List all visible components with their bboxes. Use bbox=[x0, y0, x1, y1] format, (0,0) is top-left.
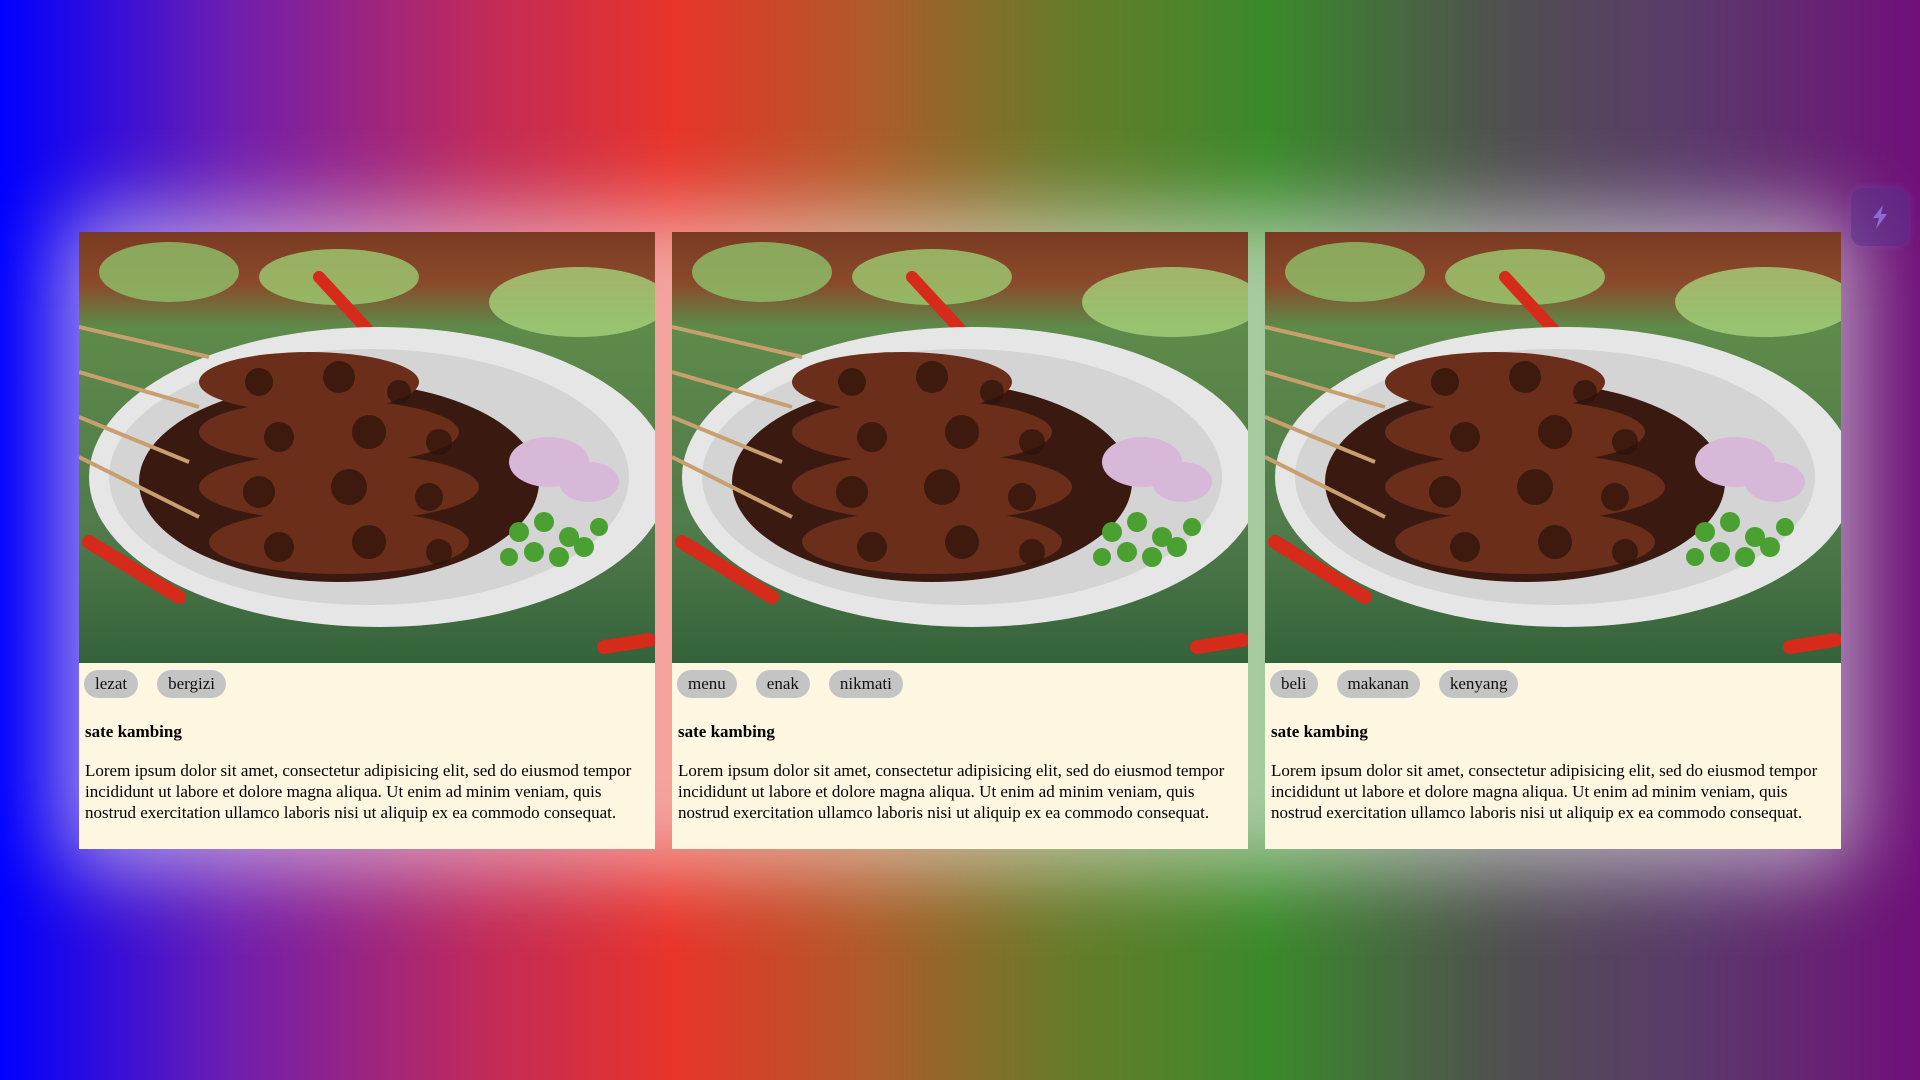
tag-chip[interactable]: nikmati bbox=[828, 670, 903, 698]
food-photo bbox=[1265, 232, 1841, 663]
card-row: lezat bergizi sate kambing Lorem ipsum d… bbox=[79, 232, 1841, 849]
card-title: sate kambing bbox=[1271, 722, 1368, 741]
satay-plate-image bbox=[1265, 232, 1841, 663]
lightning-extension-icon bbox=[1873, 205, 1887, 229]
satay-plate-image bbox=[79, 232, 655, 663]
card-description: Lorem ipsum dolor sit amet, consectetur … bbox=[1271, 761, 1818, 822]
food-card: menu enak nikmati sate kambing Lorem ips… bbox=[672, 232, 1248, 849]
extension-button[interactable] bbox=[1851, 188, 1909, 246]
tag-chip[interactable]: bergizi bbox=[157, 670, 226, 698]
food-photo bbox=[672, 232, 1248, 663]
tag-chip[interactable]: beli bbox=[1270, 670, 1318, 698]
card-title: sate kambing bbox=[85, 722, 182, 741]
food-card: beli makanan kenyang sate kambing Lorem … bbox=[1265, 232, 1841, 849]
tag-chip[interactable]: makanan bbox=[1336, 670, 1420, 698]
tag-list: beli makanan kenyang bbox=[1265, 663, 1841, 698]
tag-chip[interactable]: lezat bbox=[84, 670, 139, 698]
tag-chip[interactable]: enak bbox=[755, 670, 810, 698]
card-description: Lorem ipsum dolor sit amet, consectetur … bbox=[678, 761, 1225, 822]
satay-plate-image bbox=[672, 232, 1248, 663]
food-photo bbox=[79, 232, 655, 663]
card-title: sate kambing bbox=[678, 722, 775, 741]
tag-chip[interactable]: menu bbox=[677, 670, 737, 698]
tag-chip[interactable]: kenyang bbox=[1438, 670, 1519, 698]
tag-list: lezat bergizi bbox=[79, 663, 655, 698]
card-description: Lorem ipsum dolor sit amet, consectetur … bbox=[85, 761, 632, 822]
food-card: lezat bergizi sate kambing Lorem ipsum d… bbox=[79, 232, 655, 849]
tag-list: menu enak nikmati bbox=[672, 663, 1248, 698]
